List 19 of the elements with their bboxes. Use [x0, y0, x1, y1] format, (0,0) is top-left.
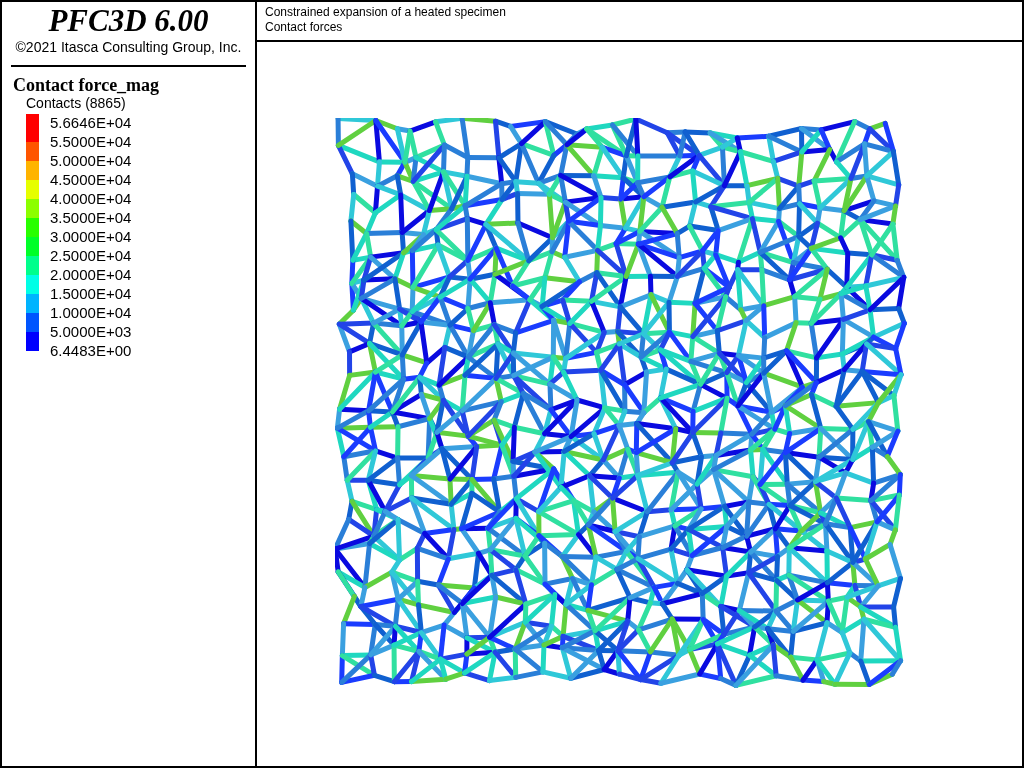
legend-value: 2.5000E+04	[50, 246, 132, 265]
legend-value: 4.5000E+04	[50, 170, 132, 189]
copyright-text: ©2021 Itasca Consulting Group, Inc.	[14, 38, 243, 56]
legend-value: 5.0000E+04	[50, 151, 132, 170]
legend-title: Contact force_mag	[13, 75, 161, 95]
legend-value: 5.0000E+03	[50, 322, 132, 341]
plot-caption: Constrained expansion of a heated specimen	[265, 5, 507, 20]
legend-value: 4.0000E+04	[50, 189, 132, 208]
plot-caption: Contact forces	[265, 20, 344, 35]
legend-value: 1.0000E+04	[50, 303, 132, 322]
legend-value: 3.5000E+04	[50, 208, 132, 227]
legend-value: 5.6646E+04	[50, 113, 132, 132]
legend-subtitle: Contacts (8865)	[26, 95, 127, 112]
legend-value: 6.4483E+00	[50, 341, 132, 360]
legend-value: 5.5000E+04	[50, 132, 132, 151]
legend-value: 3.0000E+04	[50, 227, 132, 246]
product-title: PFC3D 6.00	[47, 4, 210, 38]
legend-value: 1.5000E+04	[50, 284, 132, 303]
legend-value: 2.0000E+04	[50, 265, 132, 284]
